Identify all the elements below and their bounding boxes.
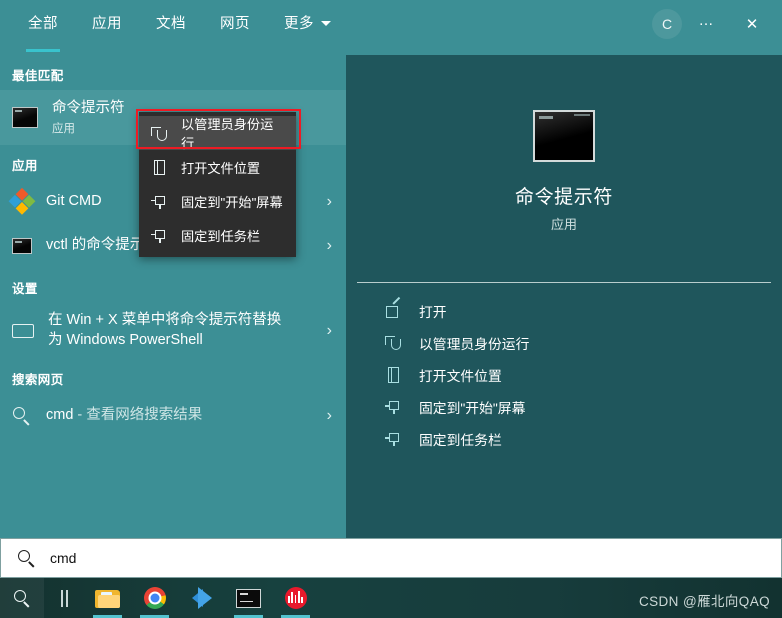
tab-web-label: 网页 xyxy=(220,16,250,32)
best-match-subtitle: 应用 xyxy=(52,123,75,136)
chevron-right-icon[interactable]: › xyxy=(327,322,332,340)
task-view-icon xyxy=(60,589,63,607)
pin-icon xyxy=(151,227,168,244)
folder-location-icon xyxy=(151,159,168,176)
open-icon xyxy=(385,296,403,320)
console-icon xyxy=(12,238,32,254)
tab-apps[interactable]: 应用 xyxy=(90,0,124,45)
action-label: 固定到任务栏 xyxy=(419,433,502,448)
tab-bar-actions: C … ✕ xyxy=(652,0,772,48)
list-item-web-search[interactable]: cmd - 查看网络搜索结果 › xyxy=(0,394,346,438)
tab-apps-label: 应用 xyxy=(92,16,122,32)
taskbar-file-explorer[interactable] xyxy=(84,578,131,618)
list-item-label: Git CMD xyxy=(46,193,102,210)
tab-documents[interactable]: 文档 xyxy=(154,0,188,45)
search-input[interactable]: cmd xyxy=(50,550,76,566)
avatar-initial: C xyxy=(661,16,673,32)
preview-pane: 命令提示符 应用 打开 以管理员身份运行 打开文件位置 固定到"开始"屏幕 固定… xyxy=(346,55,782,538)
list-item-label: 在 Win + X 菜单中将命令提示符替换为 Windows PowerShel… xyxy=(48,312,282,348)
action-pin-to-taskbar[interactable]: 固定到任务栏 xyxy=(357,423,771,455)
action-label: 固定到"开始"屏幕 xyxy=(419,401,526,416)
context-menu: 以管理员身份运行 打开文件位置 固定到"开始"屏幕 固定到任务栏 xyxy=(139,112,296,257)
section-header-web-search: 搜索网页 xyxy=(12,373,64,387)
search-icon xyxy=(12,406,32,426)
shield-admin-icon xyxy=(385,334,403,352)
preview-app-type: 应用 xyxy=(550,216,577,232)
task-view-icon xyxy=(65,589,68,607)
pin-icon xyxy=(385,398,403,416)
chevron-right-icon[interactable]: › xyxy=(327,407,332,425)
context-menu-item-run-as-administrator[interactable]: 以管理员身份运行 xyxy=(139,116,296,151)
tab-documents-label: 文档 xyxy=(156,16,186,32)
close-button[interactable]: ✕ xyxy=(732,4,772,44)
context-menu-item-label: 以管理员身份运行 xyxy=(181,117,274,151)
magnifier-icon xyxy=(13,589,32,608)
console-icon xyxy=(12,107,38,128)
search-bar[interactable]: cmd xyxy=(0,538,782,578)
folder-icon xyxy=(95,589,120,608)
tab-web[interactable]: 网页 xyxy=(218,0,252,45)
monitor-icon xyxy=(12,324,34,338)
context-menu-item-label: 固定到任务栏 xyxy=(181,228,261,244)
tab-list: 全部 应用 文档 网页 更多 xyxy=(0,0,333,52)
section-header-best-match: 最佳匹配 xyxy=(12,69,64,83)
context-menu-item-label: 打开文件位置 xyxy=(181,160,261,176)
tab-more-label: 更多 xyxy=(284,16,314,32)
pin-icon xyxy=(385,430,403,448)
taskbar-task-view-button[interactable] xyxy=(44,578,84,618)
chevron-down-icon xyxy=(321,21,331,26)
taskbar-vscode[interactable] xyxy=(178,578,225,618)
taskbar-chrome[interactable] xyxy=(131,578,178,618)
tab-all-label: 全部 xyxy=(28,16,58,32)
tab-more[interactable]: 更多 xyxy=(282,0,333,45)
taskbar-audio-app[interactable] xyxy=(272,578,319,618)
action-open-file-location[interactable]: 打开文件位置 xyxy=(357,359,771,391)
list-item-winx-powershell[interactable]: 在 Win + X 菜单中将命令提示符替换为 Windows PowerShel… xyxy=(0,303,346,359)
list-item-label: cmd - 查看网络搜索结果 xyxy=(46,406,202,426)
preview-action-list: 打开 以管理员身份运行 打开文件位置 固定到"开始"屏幕 固定到任务栏 xyxy=(357,295,771,455)
section-header-settings: 设置 xyxy=(12,282,38,296)
action-label: 打开文件位置 xyxy=(419,369,502,384)
close-icon: ✕ xyxy=(745,16,759,33)
tab-all[interactable]: 全部 xyxy=(26,0,60,52)
watermark: CSDN @雁北向QAQ xyxy=(638,594,770,609)
web-search-query: cmd xyxy=(46,407,74,424)
console-icon xyxy=(236,588,261,608)
app-preview-header: 命令提示符 应用 xyxy=(357,60,771,283)
git-icon xyxy=(8,187,36,216)
web-search-suffix: - 查看网络搜索结果 xyxy=(73,407,203,424)
pin-icon xyxy=(151,193,168,210)
context-menu-item-pin-to-start[interactable]: 固定到"开始"屏幕 xyxy=(139,184,296,218)
action-run-as-administrator[interactable]: 以管理员身份运行 xyxy=(357,327,771,359)
console-icon xyxy=(533,109,595,162)
chrome-icon xyxy=(143,587,166,609)
red-circle-icon xyxy=(284,587,307,609)
action-label: 以管理员身份运行 xyxy=(419,337,530,352)
chevron-right-icon[interactable]: › xyxy=(327,193,332,211)
context-menu-item-open-file-location[interactable]: 打开文件位置 xyxy=(139,150,296,184)
shield-admin-icon xyxy=(151,125,168,142)
vscode-icon xyxy=(190,587,213,609)
avatar[interactable]: C xyxy=(652,9,682,39)
folder-location-icon xyxy=(385,366,403,384)
best-match-title: 命令提示符 xyxy=(52,99,125,116)
windows-search-panel: 全部 应用 文档 网页 更多 C … ✕ 最佳匹配 命令提示符 应用 应用 Gi… xyxy=(0,0,782,618)
chevron-right-icon[interactable]: › xyxy=(327,237,332,255)
action-label: 打开 xyxy=(419,305,447,320)
context-menu-item-pin-to-taskbar[interactable]: 固定到任务栏 xyxy=(139,218,296,252)
context-menu-item-label: 固定到"开始"屏幕 xyxy=(181,194,283,210)
search-tab-bar: 全部 应用 文档 网页 更多 C … ✕ xyxy=(0,0,782,55)
taskbar-search-button[interactable] xyxy=(0,578,44,618)
search-icon xyxy=(17,549,36,568)
preview-app-title: 命令提示符 xyxy=(514,186,613,208)
action-open[interactable]: 打开 xyxy=(357,295,771,327)
taskbar-command-prompt[interactable] xyxy=(225,578,272,618)
action-pin-to-start[interactable]: 固定到"开始"屏幕 xyxy=(357,391,771,423)
overflow-menu-button[interactable]: … xyxy=(687,4,727,44)
tab-active-underline xyxy=(26,49,60,52)
ellipsis-icon: … xyxy=(698,11,716,29)
result-text: 命令提示符 应用 xyxy=(52,99,125,137)
